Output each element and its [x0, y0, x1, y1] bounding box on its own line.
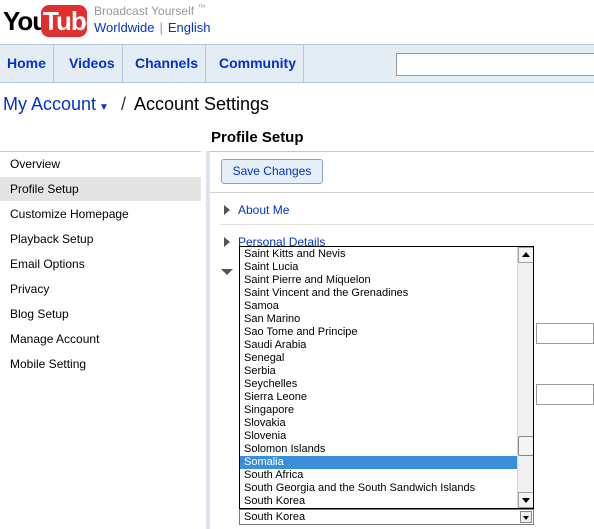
sidebar-item-privacy[interactable]: Privacy: [0, 277, 201, 301]
scrollbar[interactable]: [517, 247, 533, 508]
nav-tab-community[interactable]: Community: [212, 45, 304, 82]
dropdown-option[interactable]: San Marino: [240, 313, 517, 326]
slogan-text: Broadcast Yourself: [94, 4, 195, 18]
dropdown-option[interactable]: Samoa: [240, 300, 517, 313]
breadcrumb-current: Account Settings: [133, 94, 270, 114]
country-select[interactable]: South Korea: [239, 509, 534, 525]
sidebar-item-email-options[interactable]: Email Options: [0, 252, 201, 276]
dropdown-option[interactable]: Slovenia: [240, 430, 517, 443]
dropdown-option[interactable]: Saint Lucia: [240, 261, 517, 274]
region-link[interactable]: Worldwide: [94, 20, 154, 35]
section-about-me[interactable]: About Me: [224, 203, 289, 217]
trademark: ™: [197, 3, 206, 12]
dropdown-option[interactable]: South Africa: [240, 469, 517, 482]
save-changes-button[interactable]: Save Changes: [221, 159, 323, 184]
dropdown-option[interactable]: Saint Pierre and Miquelon: [240, 274, 517, 287]
divider: [210, 192, 594, 193]
nav-tab-channels[interactable]: Channels: [128, 45, 207, 82]
collapse-arrow-icon[interactable]: [221, 269, 233, 275]
sidebar-item-customize-homepage[interactable]: Customize Homepage: [0, 202, 201, 226]
dropdown-option[interactable]: South Georgia and the South Sandwich Isl…: [240, 482, 517, 495]
country-dropdown-list[interactable]: Saint Kitts and Nevis Saint Lucia Saint Pi…: [239, 246, 534, 509]
section-about-me-label: About Me: [238, 203, 290, 217]
dropdown-option[interactable]: Saudi Arabia: [240, 339, 517, 352]
dropdown-option[interactable]: Senegal: [240, 352, 517, 365]
dropdown-option[interactable]: Saint Kitts and Nevis: [240, 248, 517, 261]
breadcrumb-separator: /: [120, 94, 126, 114]
scroll-up-icon[interactable]: [518, 247, 533, 263]
youtube-logo[interactable]: You Tube: [3, 5, 100, 37]
dropdown-option[interactable]: Sao Tome and Principe: [240, 326, 517, 339]
sidebar-item-mobile-setting[interactable]: Mobile Setting: [0, 352, 201, 376]
language-link[interactable]: English: [168, 20, 211, 35]
text-field[interactable]: [536, 323, 594, 344]
dropdown-option[interactable]: Saint Vincent and the Grenadines: [240, 287, 517, 300]
locale-links: Worldwide | English: [94, 20, 210, 35]
locale-separator: |: [159, 20, 163, 35]
sidebar-item-blog-setup[interactable]: Blog Setup: [0, 302, 201, 326]
scrollbar-thumb[interactable]: [518, 436, 533, 456]
nav-tab-home[interactable]: Home: [0, 45, 54, 82]
arrow-up-icon: [522, 252, 530, 257]
country-select-value: South Korea: [244, 511, 306, 523]
sidebar-item-overview[interactable]: Overview: [0, 152, 201, 176]
dropdown-option[interactable]: Serbia: [240, 365, 517, 378]
slogan: Broadcast Yourself ™: [94, 3, 205, 18]
dropdown-option-highlighted[interactable]: Somalia: [240, 456, 517, 469]
main-top-divider: [210, 151, 594, 152]
chevron-down-icon: [523, 516, 529, 520]
main-nav: Home Videos Channels Community: [0, 44, 594, 83]
search-input[interactable]: [396, 53, 594, 76]
nav-tab-videos[interactable]: Videos: [62, 45, 123, 82]
scroll-down-icon[interactable]: [518, 492, 533, 508]
logo-tube-text: Tube: [43, 6, 100, 36]
sidebar-item-profile-setup[interactable]: Profile Setup: [0, 177, 201, 201]
column-divider: [206, 151, 210, 529]
dropdown-option[interactable]: South Korea: [240, 495, 517, 508]
divider: [220, 224, 594, 225]
expand-arrow-icon: [224, 237, 230, 247]
dropdown-arrow-icon[interactable]: [520, 511, 532, 523]
breadcrumb: My Account ▼ / Account Settings: [3, 94, 269, 115]
breadcrumb-my-account[interactable]: My Account: [3, 94, 96, 114]
dropdown-option[interactable]: Sierra Leone: [240, 391, 517, 404]
chevron-down-icon[interactable]: ▼: [99, 102, 109, 113]
dropdown-option[interactable]: Slovakia: [240, 417, 517, 430]
expand-arrow-icon: [224, 205, 230, 215]
sidebar-item-playback-setup[interactable]: Playback Setup: [0, 227, 201, 251]
logo-tube-badge: Tube: [41, 5, 100, 37]
sidebar-item-manage-account[interactable]: Manage Account: [0, 327, 201, 351]
dropdown-option[interactable]: Singapore: [240, 404, 517, 417]
page-title: Profile Setup: [211, 129, 304, 146]
arrow-down-icon: [522, 498, 530, 503]
dropdown-option[interactable]: Solomon Islands: [240, 443, 517, 456]
dropdown-option[interactable]: Seychelles: [240, 378, 517, 391]
text-field[interactable]: [536, 384, 594, 405]
